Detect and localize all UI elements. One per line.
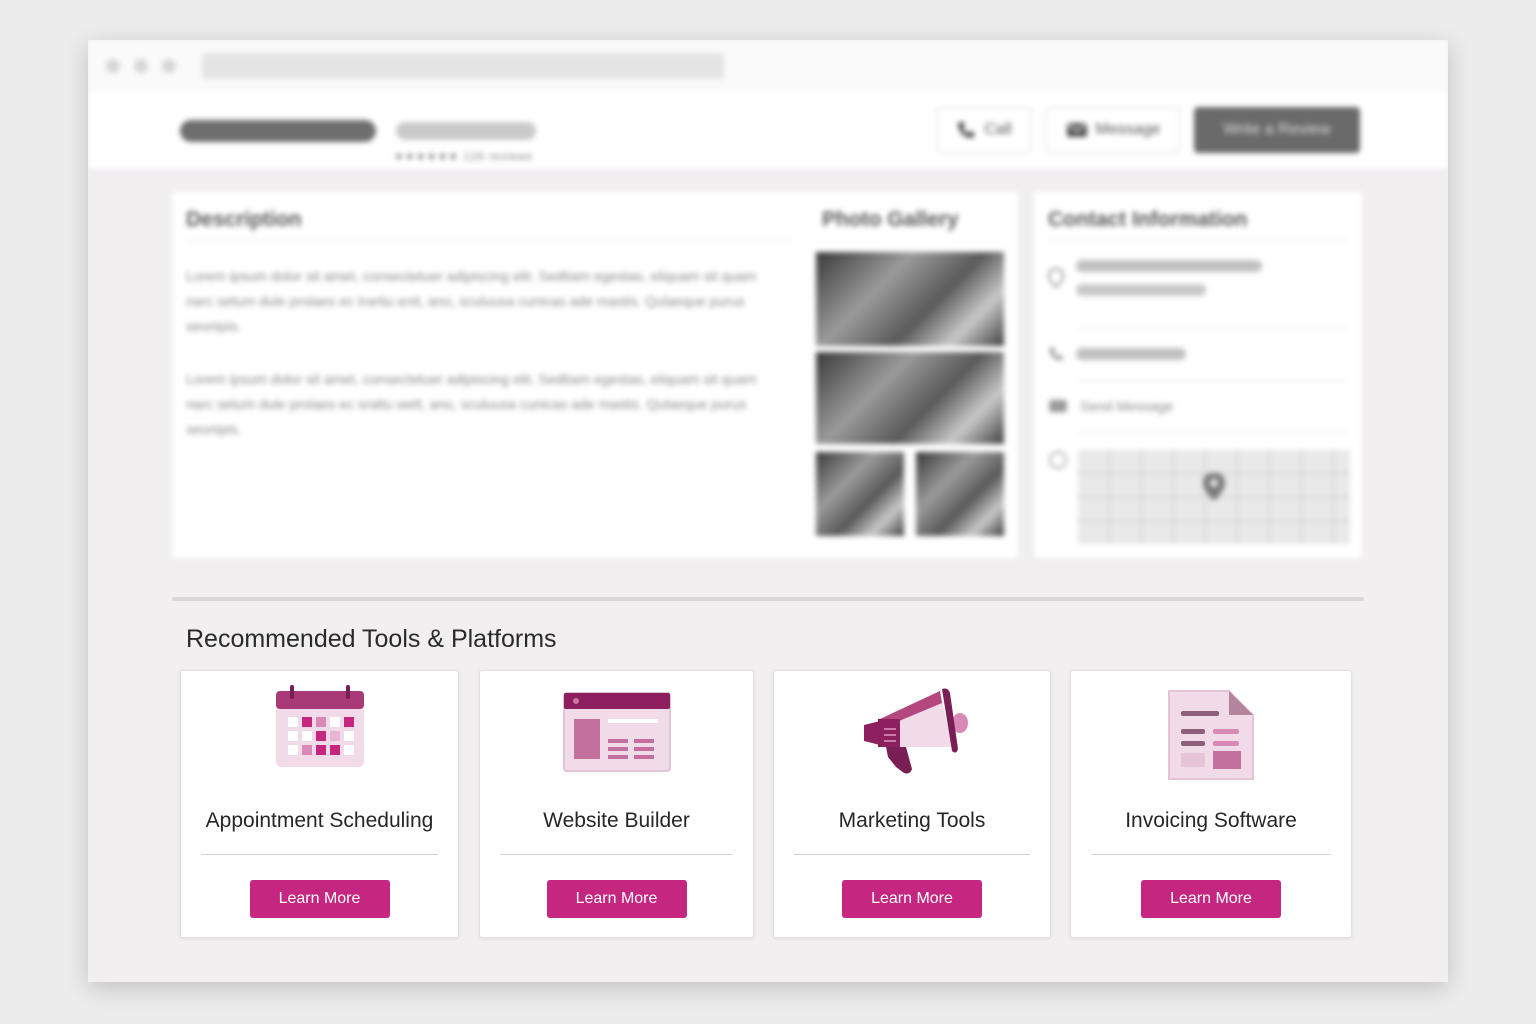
learn-more-button[interactable]: Learn More	[546, 880, 687, 918]
business-category-placeholder	[396, 122, 536, 140]
browser-window: ★★★★★★ 126 reviews Call Message Write a …	[88, 40, 1448, 982]
learn-more-button[interactable]: Learn More	[842, 880, 982, 918]
description-paragraph: Lorem ipsum dolor sit amet, consectetuer…	[186, 268, 757, 334]
location-pin-icon	[1048, 268, 1064, 288]
address-line-placeholder	[1076, 284, 1206, 296]
contact-rule	[1048, 240, 1348, 241]
window-close-dot[interactable]	[106, 59, 120, 73]
recommended-title: Recommended Tools & Platforms	[186, 625, 557, 653]
contact-rule	[1078, 432, 1348, 433]
tool-card-label: Marketing Tools	[838, 809, 986, 832]
write-review-label: Write a Review	[1223, 121, 1331, 138]
tool-card-label: Website Builder	[543, 809, 690, 832]
gallery-photo[interactable]	[816, 352, 1004, 444]
learn-more-button[interactable]: Learn More	[249, 880, 390, 918]
tool-card-marketing-tools: Marketing Tools Learn More	[773, 670, 1051, 938]
write-review-button[interactable]: Write a Review	[1194, 107, 1360, 153]
gallery-photo[interactable]	[916, 452, 1004, 536]
contact-title: Contact Information	[1048, 208, 1248, 231]
tool-card-rule	[1091, 854, 1331, 855]
phone-icon	[1049, 347, 1063, 361]
photo-gallery-title: Photo Gallery	[822, 208, 959, 231]
section-divider	[172, 597, 1364, 601]
envelope-icon	[1049, 399, 1067, 413]
send-message-label: Send Message	[1080, 398, 1174, 414]
blurred-business-page: ★★★★★★ 126 reviews Call Message Write a …	[88, 40, 1448, 630]
contact-rule	[1078, 328, 1348, 329]
call-label: Call	[984, 121, 1012, 138]
learn-more-button[interactable]: Learn More	[1141, 880, 1281, 918]
tool-card-website-builder: Website Builder Learn More	[479, 670, 754, 938]
contact-phone[interactable]	[1048, 346, 1186, 362]
message-label: Message	[1095, 121, 1161, 138]
browser-chrome	[88, 40, 1448, 92]
description-title: Description	[186, 208, 302, 231]
send-message-link[interactable]: Send Message	[1048, 398, 1173, 414]
address-line-placeholder	[1076, 260, 1262, 272]
call-button[interactable]: Call	[936, 107, 1032, 153]
megaphone-icon	[864, 688, 968, 774]
tool-card-rule	[794, 854, 1030, 855]
tool-card-invoicing-software: Invoicing Software Learn More	[1070, 670, 1352, 938]
tool-card-appointment-scheduling: Appointment Scheduling Learn More	[180, 670, 459, 938]
contact-panel: Contact Information Send Message	[1034, 192, 1362, 558]
message-button[interactable]: Message	[1046, 107, 1180, 153]
rating-summary: ★★★★★★ 126 reviews	[394, 151, 533, 163]
window-maximize-dot[interactable]	[162, 59, 176, 73]
website-layout-icon	[562, 692, 671, 772]
phone-icon	[958, 122, 975, 138]
envelope-icon	[1066, 123, 1087, 137]
gallery-photo[interactable]	[816, 252, 1004, 346]
address-bar[interactable]	[202, 53, 724, 79]
description-panel: Description Lorem ipsum dolor sit amet, …	[172, 192, 1018, 558]
contact-rule	[1078, 380, 1348, 381]
business-name-placeholder	[180, 120, 376, 142]
tool-card-rule	[500, 854, 733, 855]
contact-address	[1048, 260, 1262, 296]
gallery-photo[interactable]	[816, 452, 904, 536]
description-paragraph: Lorem ipsum dolor sit amet, consectetuer…	[186, 371, 757, 437]
clock-icon	[1049, 451, 1067, 469]
location-map[interactable]	[1078, 450, 1350, 544]
tool-card-label: Invoicing Software	[1125, 809, 1297, 832]
window-minimize-dot[interactable]	[134, 59, 148, 73]
calendar-icon	[275, 685, 364, 767]
business-header: ★★★★★★ 126 reviews Call Message Write a …	[88, 92, 1448, 170]
invoice-document-icon	[1168, 690, 1254, 780]
description-rule	[186, 240, 792, 241]
tool-card-rule	[201, 854, 438, 855]
tool-card-label: Appointment Scheduling	[205, 809, 434, 832]
phone-number-placeholder	[1076, 348, 1186, 360]
map-pin-icon	[1203, 473, 1225, 501]
